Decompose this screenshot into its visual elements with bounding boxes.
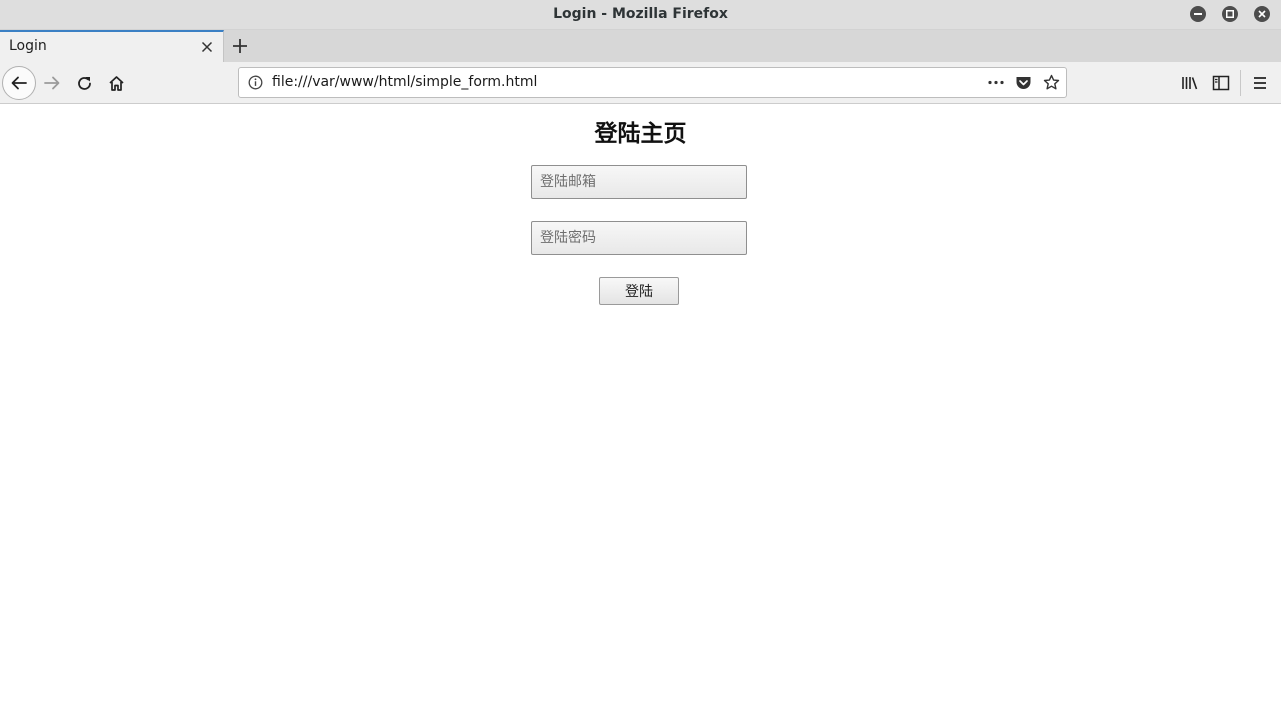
back-arrow-icon (11, 76, 27, 90)
hamburger-menu-icon[interactable] (1251, 74, 1269, 92)
reload-button[interactable] (75, 74, 93, 92)
back-button[interactable] (2, 66, 36, 100)
star-icon[interactable] (1043, 74, 1060, 91)
window-titlebar: Login - Mozilla Firefox (0, 0, 1281, 30)
window-title: Login - Mozilla Firefox (553, 6, 728, 22)
maximize-window-button[interactable] (1222, 6, 1238, 22)
pocket-icon[interactable] (1015, 75, 1032, 91)
forward-arrow-icon (44, 76, 60, 90)
close-window-button[interactable] (1254, 6, 1270, 22)
tab-login[interactable]: Login (0, 30, 224, 62)
sidebar-icon[interactable] (1212, 74, 1230, 92)
page-title: 登陆主页 (594, 121, 687, 147)
forward-button[interactable] (43, 74, 61, 92)
home-icon (108, 75, 124, 91)
login-button[interactable]: 登陆 (599, 277, 679, 305)
info-icon[interactable] (248, 75, 263, 90)
page-content: 登陆主页 登陆 (0, 104, 1281, 724)
minimize-icon (1194, 13, 1202, 15)
minimize-window-button[interactable] (1190, 6, 1206, 22)
tab-label: Login (9, 38, 47, 54)
library-icon[interactable] (1181, 74, 1199, 92)
maximize-icon (1226, 10, 1234, 18)
reload-icon (77, 76, 91, 90)
close-icon (1258, 10, 1266, 18)
email-field[interactable] (531, 165, 747, 199)
new-tab-plus-icon[interactable] (231, 37, 249, 55)
tab-strip: Login (0, 30, 1281, 62)
password-field[interactable] (531, 221, 747, 255)
home-button[interactable] (107, 74, 125, 92)
url-text[interactable]: file:///var/www/html/simple_form.html (272, 68, 537, 97)
toolbar-separator (1240, 70, 1241, 96)
tab-close-icon[interactable] (201, 41, 213, 53)
url-bar[interactable]: file:///var/www/html/simple_form.html (238, 67, 1067, 98)
more-dots-icon[interactable] (987, 75, 1005, 90)
navigation-toolbar: file:///var/www/html/simple_form.html (0, 62, 1281, 104)
